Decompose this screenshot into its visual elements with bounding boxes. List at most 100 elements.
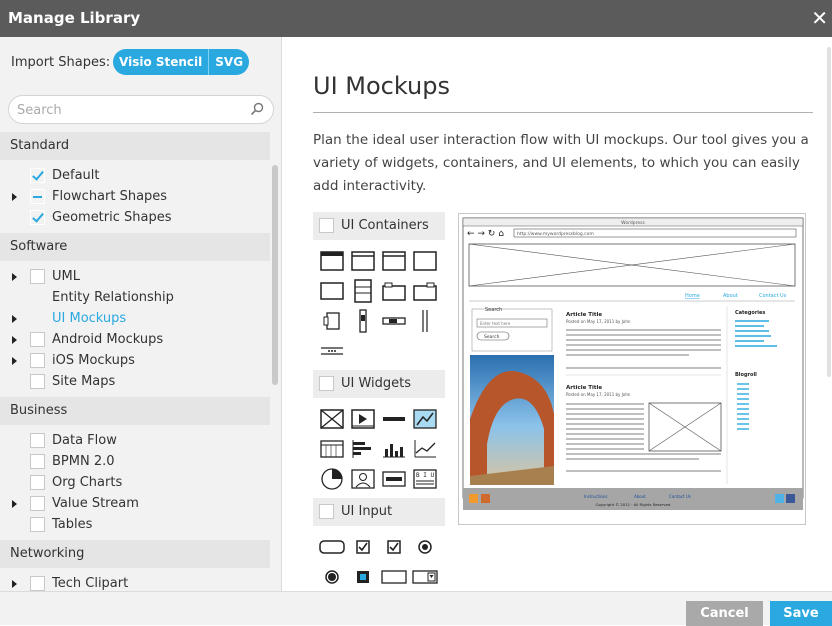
dialog-shape[interactable] <box>381 248 407 274</box>
radio-filled-shape[interactable] <box>319 564 345 590</box>
library-item[interactable]: Value Stream <box>0 493 270 514</box>
image-placeholder-shape[interactable] <box>319 406 345 432</box>
text-input-shape[interactable] <box>381 564 407 590</box>
sidebar-scrollbar[interactable] <box>272 165 278 385</box>
preview-footer-link-3: Contact Us <box>669 494 691 499</box>
checkbox-checked-shape[interactable] <box>350 534 376 560</box>
library-checkbox[interactable] <box>30 189 45 204</box>
library-item[interactable]: Org Charts <box>0 472 270 493</box>
library-item[interactable]: iOS Mockups <box>0 350 270 371</box>
video-player-shape[interactable] <box>350 406 376 432</box>
library-item[interactable]: BPMN 2.0 <box>0 451 270 472</box>
library-item[interactable]: Data Flow <box>0 430 270 451</box>
library-item[interactable]: Entity Relationship <box>0 287 270 308</box>
preview-search-placeholder: Enter text here <box>480 321 511 326</box>
rounded-button-shape[interactable] <box>319 534 345 560</box>
svg-text:B I U: B I U <box>416 472 434 479</box>
library-checkbox[interactable] <box>30 496 45 511</box>
library-checkbox[interactable] <box>30 433 45 448</box>
library-item[interactable]: Tech Clipart <box>0 573 270 591</box>
radio-selected-shape[interactable] <box>412 534 438 560</box>
tabs-right-shape[interactable] <box>412 278 438 304</box>
library-checkbox[interactable] <box>30 332 45 347</box>
section-ui-containers[interactable]: UI Containers <box>313 212 445 240</box>
import-svg-button[interactable]: SVG <box>209 49 249 75</box>
bar-chart-vertical-shape[interactable] <box>381 436 407 462</box>
search-icon[interactable] <box>249 101 265 117</box>
search-input[interactable] <box>17 101 243 119</box>
library-item-label: Tables <box>52 517 93 532</box>
box-shape[interactable] <box>319 278 345 304</box>
expand-arrow-icon[interactable] <box>12 315 17 323</box>
menu-bar-shape[interactable] <box>319 338 345 364</box>
section-checkbox[interactable] <box>319 376 334 391</box>
expand-arrow-icon[interactable] <box>12 357 17 365</box>
expand-arrow-icon[interactable] <box>12 580 17 588</box>
import-visio-button[interactable]: Visio Stencil <box>113 49 208 75</box>
dialog-footer: Cancel Save <box>0 591 832 626</box>
calendar-shape[interactable] <box>319 436 345 462</box>
user-avatar-shape[interactable] <box>350 466 376 492</box>
expand-arrow-icon[interactable] <box>12 336 17 344</box>
preview-article-title-2: Article Title <box>566 385 602 391</box>
library-checkbox[interactable] <box>30 269 45 284</box>
section-label: UI Containers <box>341 218 429 233</box>
bar-chart-horizontal-shape[interactable] <box>350 436 376 462</box>
section-ui-widgets[interactable]: UI Widgets <box>313 370 445 398</box>
mockup-preview: Wordpress ← → ↻ ⌂ http://www.mywordpress… <box>458 213 806 525</box>
preview-article-posted: Posted on May 17, 2011 by John <box>566 319 631 324</box>
preview-footer-link-1: Instructions <box>584 494 608 499</box>
library-checkbox[interactable] <box>30 517 45 532</box>
library-item[interactable]: Site Maps <box>0 371 270 392</box>
text-field-widget-shape[interactable] <box>381 466 407 492</box>
dropdown-shape[interactable] <box>412 564 438 590</box>
detail-scrollbar[interactable] <box>827 47 831 377</box>
category-header: Business <box>0 397 270 425</box>
section-checkbox[interactable] <box>319 504 334 519</box>
library-checkbox[interactable] <box>30 576 45 591</box>
section-checkbox[interactable] <box>319 218 334 233</box>
library-item[interactable]: Geometric Shapes <box>0 207 270 228</box>
pie-chart-shape[interactable] <box>319 466 345 492</box>
section-ui-input[interactable]: UI Input <box>313 498 445 526</box>
progress-bar-shape[interactable] <box>381 406 407 432</box>
window-shape[interactable] <box>350 248 376 274</box>
preview-search-button: Search <box>484 334 500 340</box>
expand-arrow-icon[interactable] <box>12 500 17 508</box>
tabs-shape[interactable] <box>381 278 407 304</box>
library-checkbox[interactable] <box>30 454 45 469</box>
library-checkbox[interactable] <box>30 210 45 225</box>
rich-text-shape[interactable]: B I U <box>412 466 438 492</box>
category-items: Default Flowchart Shapes Geometric Shapes <box>0 160 270 233</box>
list-panel-shape[interactable] <box>350 278 376 304</box>
toggle-box-shape[interactable] <box>350 564 376 590</box>
panel-shape[interactable] <box>412 248 438 274</box>
line-chart-shape[interactable] <box>412 436 438 462</box>
browser-window-shape[interactable] <box>319 248 345 274</box>
library-checkbox[interactable] <box>30 353 45 368</box>
expand-arrow-icon[interactable] <box>12 193 17 201</box>
library-checkbox[interactable] <box>30 374 45 389</box>
cancel-button[interactable]: Cancel <box>686 601 763 626</box>
library-item[interactable]: UI Mockups <box>0 308 270 329</box>
preview-sidebar-blogroll: Blogroll <box>735 372 757 378</box>
splitter-shape[interactable] <box>412 308 438 334</box>
library-item[interactable]: Flowchart Shapes <box>0 186 270 207</box>
preview-copyright: Copyright © 2011 · All Rights Reserved <box>596 502 671 507</box>
library-item-label: Data Flow <box>52 433 117 448</box>
library-item[interactable]: UML <box>0 266 270 287</box>
save-button[interactable]: Save <box>770 601 832 626</box>
import-buttons: Visio Stencil SVG <box>113 49 250 75</box>
expand-arrow-icon[interactable] <box>12 273 17 281</box>
vertical-tabs-shape[interactable] <box>319 308 345 334</box>
horizontal-scrollbar-shape[interactable] <box>381 308 407 334</box>
close-icon[interactable]: ✕ <box>811 6 828 30</box>
library-checkbox[interactable] <box>30 475 45 490</box>
map-widget-shape[interactable] <box>412 406 438 432</box>
checkbox-checked-alt-shape[interactable] <box>381 534 407 560</box>
library-item[interactable]: Tables <box>0 514 270 535</box>
library-checkbox[interactable] <box>30 168 45 183</box>
library-item[interactable]: Android Mockups <box>0 329 270 350</box>
vertical-scrollbar-shape[interactable] <box>350 308 376 334</box>
library-item[interactable]: Default <box>0 165 270 186</box>
